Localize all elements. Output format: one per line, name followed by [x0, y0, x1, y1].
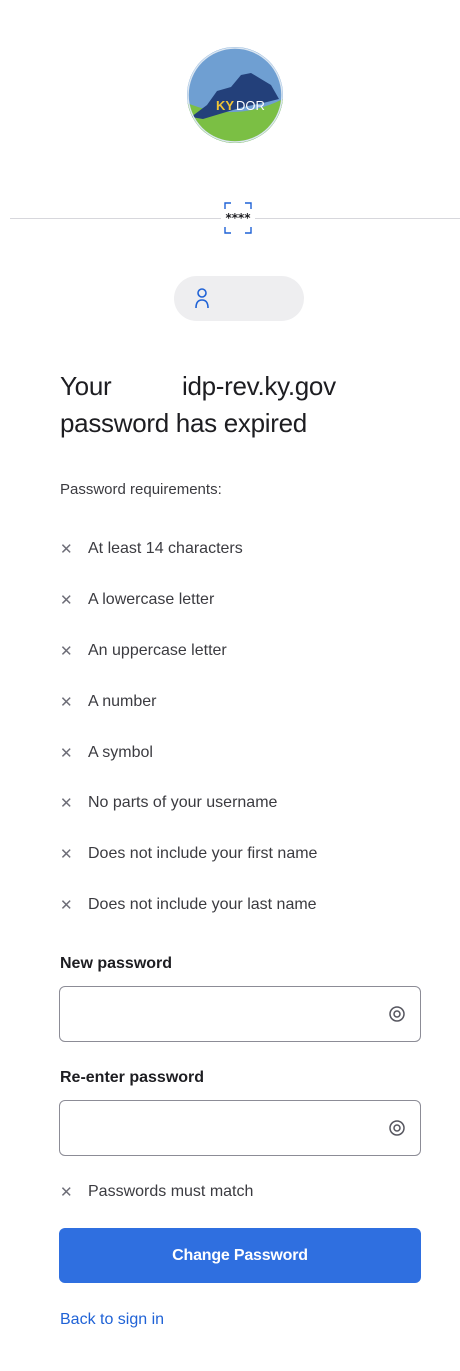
requirement-item: ✕ A symbol [60, 743, 153, 762]
user-identifier-chip [174, 276, 304, 321]
logo-text-ky: KY [216, 98, 234, 113]
cross-icon: ✕ [60, 896, 73, 914]
reenter-password-label: Re-enter password [60, 1069, 205, 1086]
new-password-field-wrap [59, 986, 421, 1042]
cross-icon: ✕ [60, 795, 73, 813]
password-field-icon: **** [221, 200, 255, 236]
requirements-list: ✕ At least 14 characters ✕ A lowercase let… [60, 524, 317, 930]
reenter-password-input[interactable] [72, 1101, 372, 1153]
kydor-logo: KY DOR [187, 33, 283, 157]
cross-icon: ✕ [60, 1184, 73, 1201]
new-password-label: New password [60, 955, 173, 972]
show-password-icon[interactable] [387, 1118, 407, 1138]
requirement-item: ✕ At least 14 characters [60, 540, 243, 559]
svg-text:****: **** [225, 211, 251, 225]
new-password-input[interactable] [72, 987, 372, 1039]
cross-icon: ✕ [60, 592, 73, 610]
requirement-item: ✕ A number [60, 692, 157, 711]
cross-icon: ✕ [60, 541, 73, 559]
title-prefix: Your [60, 371, 112, 401]
change-password-button[interactable]: Change Password [59, 1228, 421, 1283]
cross-icon: ✕ [60, 642, 73, 660]
requirement-item: ✕ An uppercase letter [60, 641, 227, 660]
requirement-item: ✕ Does not include your first name [60, 845, 318, 864]
requirements-title: Password requirements: [60, 481, 222, 498]
title-domain: idp-rev.ky.gov [182, 371, 336, 401]
logo-text-dor: DOR [236, 98, 265, 113]
show-password-icon[interactable] [387, 1004, 407, 1024]
title-suffix: password has expired [60, 408, 307, 438]
reenter-password-field-wrap [59, 1100, 421, 1156]
requirement-item: ✕ Does not include your last name [60, 895, 317, 914]
requirement-item: ✕ No parts of your username [60, 794, 278, 813]
cross-icon: ✕ [60, 744, 73, 762]
page-title: Your idp-rev.ky.gov password has expired [60, 368, 420, 442]
passwords-match-requirement: ✕ Passwords must match [60, 1183, 254, 1201]
cross-icon: ✕ [60, 846, 73, 864]
user-icon [195, 288, 209, 309]
cross-icon: ✕ [60, 693, 73, 711]
back-to-sign-in-link[interactable]: Back to sign in [60, 1311, 164, 1329]
requirement-item: ✕ A lowercase letter [60, 591, 215, 610]
